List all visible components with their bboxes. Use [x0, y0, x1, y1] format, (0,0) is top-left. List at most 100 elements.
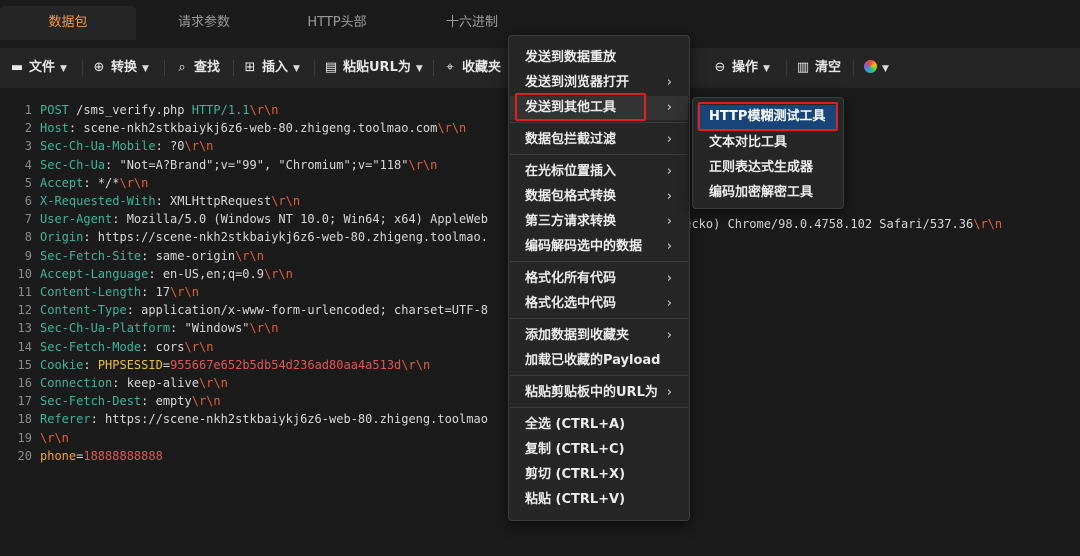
line-number: 11: [17, 285, 32, 299]
context-menu-item[interactable]: 剪切 (CTRL+X): [510, 463, 688, 487]
chevron-right-icon: ›: [666, 189, 672, 204]
code-line: 18 Referer: https://scene-nkh2stkbaiykj6z…: [0, 410, 488, 428]
line-ending: \r\n: [973, 217, 1003, 231]
context-menu-item-label: 格式化选中代码: [525, 296, 617, 311]
chevron-right-icon: ›: [666, 75, 672, 90]
file-button[interactable]: ▬ 文件 ▼: [10, 48, 67, 88]
code-line: 19 \r\n: [0, 429, 69, 447]
favorites-label: 收藏夹: [462, 60, 502, 75]
submenu-item[interactable]: 编码加密解密工具: [697, 181, 837, 205]
chevron-right-icon: ›: [666, 164, 672, 179]
context-menu-item[interactable]: 发送到浏览器打开 ›: [510, 71, 688, 95]
code-line: 9 Sec-Fetch-Site: same-origin\r\n: [0, 247, 264, 265]
paste-url-button[interactable]: ▤ 粘贴URL为 ▼: [324, 48, 423, 88]
line-number: 4: [24, 157, 32, 172]
chevron-down-icon: ▼: [142, 64, 149, 74]
tab-http-headers[interactable]: HTTP头部: [272, 6, 402, 40]
code-line: 8 Origin: https://scene-nkh2stkbaiykj6z6-…: [0, 228, 488, 246]
convert-button[interactable]: ⊕ 转换 ▼: [92, 48, 149, 88]
context-menu-item[interactable]: 数据包格式转换 ›: [510, 185, 688, 209]
context-menu-item-label: 编码解码选中的数据: [525, 239, 643, 254]
menu-separator: [510, 261, 688, 262]
line-number: 19: [17, 430, 32, 445]
code-line: 4 Sec-Ch-Ua: "Not=A?Brand";v="99", "Chrom…: [0, 156, 438, 174]
context-menu-item[interactable]: 数据包拦截过滤 ›: [510, 128, 688, 152]
context-menu-item[interactable]: 在光标位置插入 ›: [510, 160, 688, 184]
tab-packet[interactable]: 数据包: [0, 6, 136, 40]
insert-label: 插入: [262, 60, 289, 75]
insert-button[interactable]: ⊞ 插入 ▼: [243, 48, 300, 88]
toolbar-divider: [82, 60, 83, 76]
context-menu-item[interactable]: 编码解码选中的数据 ›: [510, 235, 688, 259]
clipboard-icon: ▤: [324, 60, 338, 75]
chevron-down-icon: ▼: [415, 64, 423, 74]
code-token: : "Windows": [170, 321, 250, 336]
code-token: : same-origin: [141, 248, 236, 263]
context-menu-item[interactable]: 格式化所有代码 ›: [510, 267, 688, 291]
toolbar-divider: [233, 60, 234, 76]
clear-label: 清空: [815, 60, 842, 75]
code-token: Content-Type: [40, 303, 127, 318]
line-number: 16: [17, 376, 32, 390]
convert-label: 转换: [111, 60, 138, 75]
line-number: 13: [17, 321, 32, 336]
submenu-item[interactable]: 文本对比工具: [697, 131, 837, 155]
code-token: Accept: [40, 175, 84, 190]
tab-request-params[interactable]: 请求参数: [136, 6, 272, 40]
context-menu-item-label: 剪切 (CTRL+X): [525, 467, 626, 482]
chevron-down-icon: ▼: [60, 64, 67, 74]
code-token: Connection: [40, 376, 113, 390]
line-number: 18: [17, 412, 32, 427]
code-line: 5 Accept: */*\r\n: [0, 174, 149, 192]
code-line: 15 Cookie: PHPSESSID=955667e652b5db54d236…: [0, 356, 431, 374]
context-menu-item[interactable]: 加载已收藏的Payload: [510, 349, 688, 373]
line-number: 6: [24, 194, 32, 208]
context-menu-item[interactable]: 全选 (CTRL+A): [510, 413, 688, 437]
menu-separator: [510, 407, 688, 408]
context-menu-item-label: 数据包格式转换: [525, 189, 617, 204]
submenu-item[interactable]: 正则表达式生成器: [697, 156, 837, 180]
code-token: Accept-Language: [40, 266, 149, 281]
chevron-right-icon: ›: [666, 214, 672, 229]
context-menu-item-label: 数据包拦截过滤: [525, 132, 617, 147]
code-token: Sec-Ch-Ua: [40, 157, 106, 172]
clear-button[interactable]: ▥ 清空: [796, 48, 841, 88]
code-token: :: [83, 357, 98, 372]
context-menu-item[interactable]: 格式化选中代码 ›: [510, 292, 688, 316]
context-menu-item[interactable]: 粘贴剪贴板中的URL为 ›: [510, 381, 688, 405]
context-menu-item-label: 粘贴剪贴板中的URL为: [525, 385, 658, 400]
context-menu-item-label: 发送到数据重放: [525, 50, 617, 65]
context-menu-item[interactable]: 复制 (CTRL+C): [510, 438, 688, 462]
folder-icon: ▬: [10, 60, 24, 75]
trash-icon: ▥: [796, 60, 810, 75]
context-menu-item[interactable]: 添加数据到收藏夹 ›: [510, 324, 688, 348]
favorites-button[interactable]: ⌖ 收藏夹: [443, 48, 501, 88]
code-token: PHPSESSID: [97, 357, 163, 372]
find-button[interactable]: ⌕ 查找: [175, 48, 220, 88]
context-menu-item[interactable]: 发送到数据重放: [510, 46, 688, 70]
code-token: \r\n: [263, 266, 293, 281]
context-menu-item[interactable]: 粘贴 (CTRL+V): [510, 488, 688, 512]
line-number: 5: [24, 175, 32, 190]
context-menu-item-label: 第三方请求转换: [525, 214, 617, 229]
code-token: =: [162, 357, 171, 372]
operation-button[interactable]: ⊖ 操作 ▼: [713, 48, 770, 88]
line-number: 7: [24, 212, 32, 227]
theme-button[interactable]: ▼: [864, 48, 889, 88]
code-token: X-Requested-With: [40, 194, 156, 208]
code-token: Sec-Fetch-Dest: [40, 394, 142, 409]
code-token: \r\n: [119, 175, 149, 190]
code-token: : Mozilla/5.0 (Windows NT 10.0; Win64; x…: [112, 212, 488, 227]
code-token: : 17: [141, 285, 171, 299]
code-token: \r\n: [170, 285, 199, 299]
code-token: User-Agent: [40, 212, 113, 227]
menu-separator: [510, 375, 688, 376]
file-label: 文件: [29, 60, 56, 75]
code-token: \r\n: [249, 103, 279, 117]
context-menu-item[interactable]: 第三方请求转换 ›: [510, 210, 688, 234]
code-line: 2 Host: scene-nkh2stkbaiykj6z6-web-80.zhi…: [0, 119, 467, 137]
code-token: : cors: [141, 339, 185, 354]
code-line: 1 POST /sms_verify.php HTTP/1.1\r\n: [0, 101, 279, 119]
toolbar-divider: [786, 60, 787, 76]
code-token: \r\n: [40, 430, 69, 445]
